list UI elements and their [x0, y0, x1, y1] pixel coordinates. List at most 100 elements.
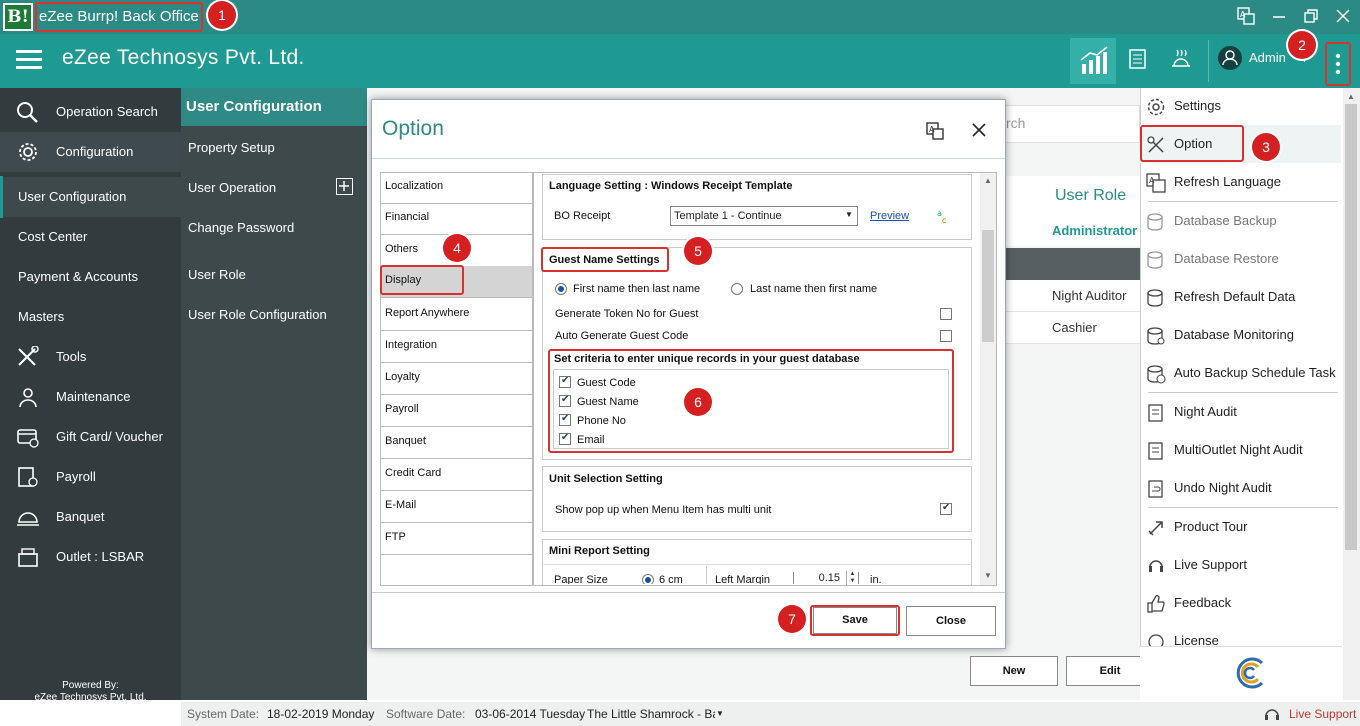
language-icon[interactable]: A — [1237, 7, 1257, 27]
nav-banquet[interactable]: Banquet — [0, 497, 181, 537]
close-button[interactable]: Close — [906, 606, 996, 636]
multi-unit-checkbox[interactable] — [940, 502, 952, 515]
tab-localization[interactable]: Localization — [381, 172, 532, 204]
content-scroll-thumb[interactable] — [982, 230, 994, 342]
role-cashier[interactable]: Cashier — [1052, 320, 1097, 335]
user-avatar-icon[interactable] — [1217, 45, 1243, 71]
nav-cost-center[interactable]: Cost Center — [3, 217, 181, 257]
close-window-icon[interactable] — [1334, 7, 1354, 27]
nav-configuration[interactable]: Configuration — [0, 132, 181, 172]
nav-payroll[interactable]: Payroll — [0, 457, 181, 497]
outlet-dropdown-icon[interactable]: ▼ — [716, 709, 724, 718]
radio-first-last-label[interactable]: First name then last name — [573, 283, 700, 295]
menu-auto-backup[interactable]: Auto Backup Schedule Task — [1146, 354, 1340, 392]
submenu-property-setup[interactable]: Property Setup — [188, 140, 275, 155]
user-name[interactable]: Admin — [1249, 50, 1286, 65]
menu-product-tour[interactable]: Product Tour — [1146, 508, 1340, 546]
save-button[interactable]: Save — [813, 607, 897, 634]
scrollbar-thumb[interactable] — [1345, 104, 1357, 550]
submenu-user-role-configuration[interactable]: User Role Configuration — [188, 307, 327, 322]
role-administrator[interactable]: Administrator — [1052, 223, 1137, 238]
radio-last-first-label[interactable]: Last name then first name — [750, 283, 877, 295]
menu-live-support[interactable]: Live Support — [1146, 546, 1340, 584]
company-name: eZee Technosys Pvt. Ltd. — [62, 46, 305, 69]
mini-report-divider — [542, 564, 972, 565]
tab-email[interactable]: E-Mail — [381, 491, 532, 523]
menu-license[interactable]: License — [1146, 630, 1340, 646]
scroll-up-icon[interactable]: ▲ — [1347, 92, 1355, 101]
kitchen-icon[interactable] — [1168, 46, 1194, 72]
nav-operation-search[interactable]: Operation Search — [0, 92, 181, 132]
tab-credit-card[interactable]: Credit Card — [381, 459, 532, 491]
tab-payroll[interactable]: Payroll — [381, 395, 532, 427]
menu-settings[interactable]: Settings — [1146, 87, 1340, 125]
menu-database-monitoring[interactable]: Database Monitoring — [1146, 316, 1340, 354]
left-margin-row: Left Margin 0.15 in. — [713, 572, 893, 584]
table-row-selected[interactable] — [1004, 248, 1140, 280]
outlet-selector[interactable]: The Little Shamrock - Bar — [587, 707, 715, 723]
dashboard-chart-icon[interactable] — [1070, 38, 1116, 84]
radio-first-last[interactable] — [555, 283, 567, 295]
criteria-phone-checkbox[interactable] — [559, 413, 571, 426]
menu-refresh-default-data[interactable]: Refresh Default Data — [1146, 278, 1340, 316]
menu-night-audit[interactable]: Night Audit — [1146, 393, 1340, 431]
content-scroll-down-icon[interactable]: ▼ — [984, 571, 992, 580]
dialog-language-icon[interactable]: A — [926, 122, 944, 140]
auto-generate-code-checkbox[interactable] — [940, 330, 952, 342]
restore-icon[interactable] — [1302, 7, 1322, 27]
content-scroll-up-icon[interactable]: ▲ — [984, 176, 992, 185]
nav-outlet[interactable]: Outlet : LSBAR — [0, 537, 181, 577]
nav-maintenance[interactable]: Maintenance — [0, 377, 181, 417]
tab-financial[interactable]: Financial — [381, 203, 532, 235]
night-audit-icon — [1146, 403, 1166, 423]
template-dropdown-icon[interactable]: ▼ — [845, 210, 853, 219]
nav-masters[interactable]: Masters — [3, 297, 181, 337]
menu-refresh-language[interactable]: A Refresh Language — [1146, 163, 1340, 201]
menu-feedback[interactable]: Feedback — [1146, 584, 1340, 622]
menu-database-restore[interactable]: Database Restore — [1146, 240, 1340, 278]
mini-report-title: Mini Report Setting — [549, 545, 650, 557]
preview-link[interactable]: Preview — [870, 210, 909, 222]
submenu-user-operation[interactable]: User Operation — [188, 180, 276, 195]
tab-report-anywhere[interactable]: Report Anywhere — [381, 299, 532, 331]
nav-payment-accounts[interactable]: Payment & Accounts — [3, 257, 181, 297]
thumbs-up-icon — [1146, 594, 1166, 614]
new-button[interactable]: New — [970, 656, 1058, 686]
more-options-icon[interactable] — [1325, 42, 1351, 86]
search-placeholder: rch — [1006, 115, 1026, 131]
tools-icon — [16, 346, 40, 368]
menu-undo-night-audit[interactable]: Undo Night Audit — [1146, 469, 1340, 507]
hamburger-menu-icon[interactable] — [16, 50, 42, 70]
criteria-email-checkbox[interactable] — [559, 432, 571, 445]
submenu-change-password[interactable]: Change Password — [188, 220, 294, 235]
expand-plus-icon[interactable] — [336, 178, 353, 195]
tab-integration[interactable]: Integration — [381, 331, 532, 363]
left-margin-spinner[interactable]: ▲ ▼ — [846, 571, 858, 585]
svg-text:A: A — [1240, 10, 1246, 19]
abc-icon[interactable]: ac — [936, 207, 952, 225]
tab-ftp[interactable]: FTP — [381, 523, 532, 555]
tab-loyalty[interactable]: Loyalty — [381, 363, 532, 395]
radio-last-first[interactable] — [731, 283, 743, 295]
receipt-icon[interactable] — [1124, 46, 1150, 72]
dialog-close-icon[interactable] — [970, 121, 988, 139]
menu-multioutlet-night-audit[interactable]: MultiOutlet Night Audit — [1146, 431, 1340, 469]
menu-database-backup[interactable]: Database Backup — [1146, 202, 1340, 240]
generate-token-checkbox[interactable] — [940, 308, 952, 320]
submenu-user-role[interactable]: User Role — [188, 267, 246, 282]
paper-size-radio[interactable] — [642, 574, 654, 584]
support-headset-icon[interactable] — [1263, 705, 1281, 723]
role-night-auditor[interactable]: Night Auditor — [1052, 288, 1126, 303]
nav-user-configuration[interactable]: User Configuration — [3, 177, 181, 217]
nav-tools[interactable]: Tools — [0, 337, 181, 377]
criteria-guest-name-checkbox[interactable] — [559, 394, 571, 407]
maintenance-icon — [16, 386, 40, 408]
criteria-guest-code-checkbox[interactable] — [559, 375, 571, 388]
minimize-icon[interactable] — [1270, 7, 1290, 27]
search-icon — [16, 101, 40, 123]
tab-banquet[interactable]: Banquet — [381, 427, 532, 459]
template-select[interactable]: Template 1 - Continue — [670, 206, 858, 226]
live-support-link[interactable]: Live Support — [1289, 707, 1356, 721]
criteria-title: Set criteria to enter unique records in … — [554, 353, 860, 365]
nav-gift-card[interactable]: Gift Card/ Voucher — [0, 417, 181, 457]
